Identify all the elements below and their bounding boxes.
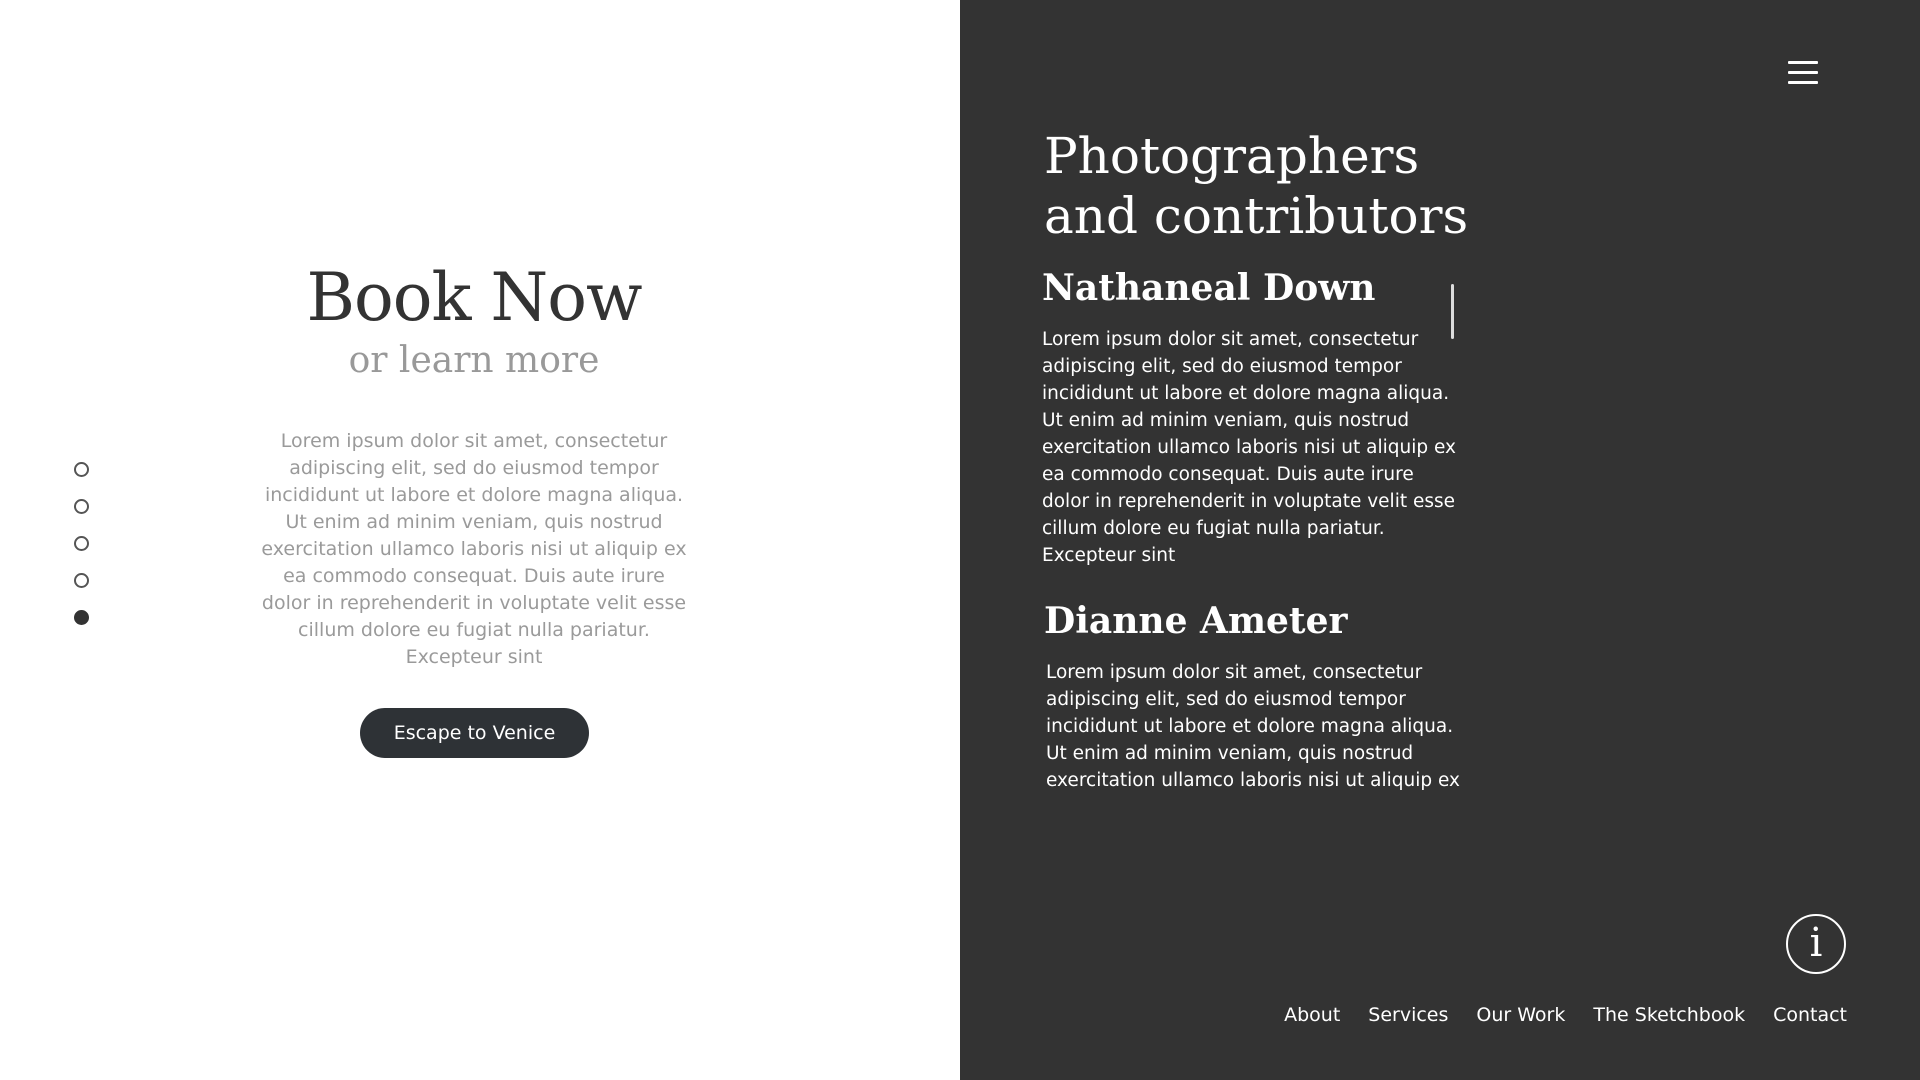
info-icon[interactable]: i [1786,914,1846,974]
contributor-bio: Lorem ipsum dolor sit amet, consectetur … [1046,662,1461,791]
footer-link-contact[interactable]: Contact [1773,1004,1847,1026]
footer-navigation: About Services Our Work The Sketchbook C… [1284,1004,1847,1026]
section-title: Photographers and contributors [1044,126,1524,246]
contributors-scroll-area[interactable]: Nathaneal Down Lorem ipsum dolor sit ame… [1042,266,1462,796]
contributor-name: Nathaneal Down [1042,267,1376,309]
footer-link-services[interactable]: Services [1368,1004,1448,1026]
booking-panel: Book Now or learn more Lorem ipsum dolor… [0,0,960,1080]
footer-link-sketchbook[interactable]: The Sketchbook [1593,1004,1745,1026]
slide-dot-5-active[interactable] [74,610,89,625]
contributor-bio: Lorem ipsum dolor sit amet, consectetur … [1042,329,1457,566]
hero-subtitle[interactable]: or learn more [0,340,948,381]
hero-body-text: Lorem ipsum dolor sit amet, consectetur … [261,430,687,668]
scrollbar-thumb[interactable] [1451,284,1454,339]
section-title-line-2: and contributors [1044,187,1469,245]
slide-navigation [74,462,90,647]
hero-title: Book Now [306,259,643,336]
section-title-line-1: Photographers [1044,127,1420,185]
slide-dot-1[interactable] [74,462,89,477]
footer-link-our-work[interactable]: Our Work [1476,1004,1565,1026]
contributor-entry: Nathaneal Down Lorem ipsum dolor sit ame… [1042,266,1462,569]
contributor-entry: Dianne Ameter Lorem ipsum dolor sit amet… [1042,599,1462,796]
footer-link-about[interactable]: About [1284,1004,1340,1026]
slide-dot-4[interactable] [74,573,89,588]
slide-dot-3[interactable] [74,536,89,551]
escape-to-venice-button[interactable]: Escape to Venice [360,708,589,758]
contributor-name: Dianne Ameter [1044,600,1348,642]
hamburger-menu-icon[interactable] [1788,61,1818,85]
slide-dot-2[interactable] [74,499,89,514]
